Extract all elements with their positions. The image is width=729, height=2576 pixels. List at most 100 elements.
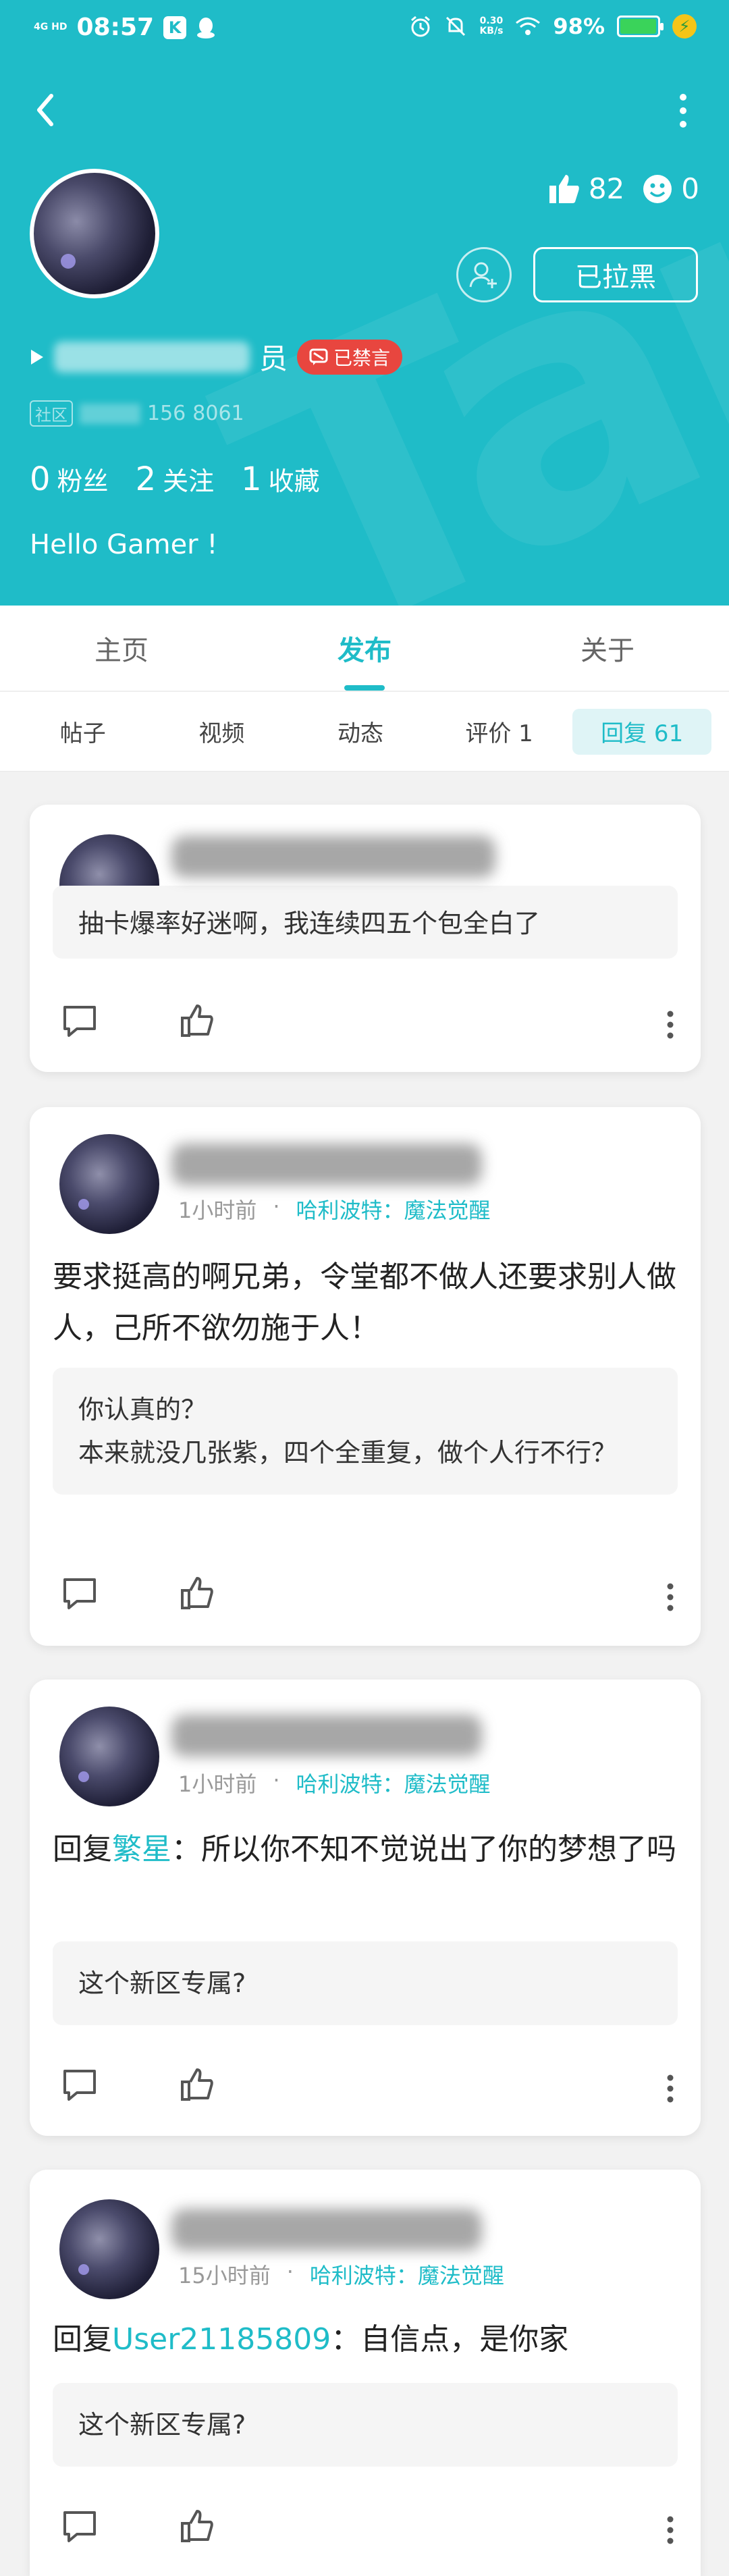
- id-chip: 社区: [30, 400, 73, 427]
- following-stat[interactable]: 2 关注: [136, 460, 215, 498]
- like-icon[interactable]: [177, 2064, 217, 2105]
- subtab-threads[interactable]: 帖子: [14, 709, 153, 755]
- status-bar: 4G HD 08:57 K 0.30 KB/s 98% ⚡: [0, 0, 729, 58]
- reply-quote: 这个新区专属?: [53, 2383, 678, 2467]
- like-icon[interactable]: [177, 1000, 217, 1041]
- status-left: 4G HD 08:57 K: [34, 14, 216, 41]
- card-avatar[interactable]: [59, 2199, 159, 2299]
- reply-card[interactable]: 1小时前 · 哈利波特：魔法觉醒 要求挺高的啊兄弟，令堂都不做人还要求别人做人，…: [30, 1107, 701, 1646]
- mute-icon: [446, 16, 466, 36]
- tab-home[interactable]: 主页: [0, 606, 243, 691]
- comment-icon[interactable]: [59, 2506, 100, 2546]
- battery-percent: 98%: [553, 14, 605, 39]
- reply-card[interactable]: 抽卡爆率好迷啊，我连续四五个包全白了: [30, 805, 701, 1072]
- user-id-obscured: [80, 403, 140, 424]
- user-id-visible: 156: [147, 402, 186, 425]
- watermark: TapTap: [173, 0, 729, 606]
- more-menu-icon[interactable]: [678, 93, 688, 128]
- card-more-icon[interactable]: [666, 1010, 675, 1040]
- card-more-icon[interactable]: [666, 2074, 675, 2103]
- reply-quote: 抽卡爆率好迷啊，我连续四五个包全白了: [53, 886, 678, 959]
- post-time: 15小时前: [178, 2263, 271, 2288]
- subtab-moments[interactable]: 动态: [291, 709, 430, 755]
- sub-tabs: 帖子 视频 动态 评价 1 回复 61: [0, 692, 729, 772]
- quote-line: 你认真的？: [78, 1395, 207, 1424]
- reply-text: 回复繁星：所以你不知不觉说出了你的梦想了吗: [53, 1832, 676, 1867]
- card-more-icon[interactable]: [666, 1582, 675, 1612]
- back-arrow-icon[interactable]: [30, 86, 63, 134]
- comment-icon[interactable]: [59, 2064, 100, 2105]
- battery-icon: [617, 16, 664, 37]
- profile-reactions: 82 0: [548, 172, 699, 205]
- alarm-icon: [411, 16, 431, 37]
- k-app-icon: K: [163, 16, 187, 39]
- fans-stat[interactable]: 0 粉丝: [30, 460, 109, 498]
- banned-label: 已禁言: [333, 346, 391, 369]
- banned-badge: 已禁言: [297, 339, 403, 375]
- smiles-count: 0: [681, 172, 699, 205]
- username-row: 员 已禁言: [30, 336, 403, 377]
- reply-card[interactable]: 15小时前 · 哈利波特：魔法觉醒 回复User21185809：自信点，是你家…: [30, 2170, 701, 2576]
- clock: 08:57: [76, 14, 155, 41]
- card-username-obscured: [171, 836, 495, 878]
- like-icon[interactable]: [177, 1573, 217, 1613]
- game-link[interactable]: 哈利波特：魔法觉醒: [310, 2259, 504, 2290]
- follow-button[interactable]: [456, 247, 512, 302]
- card-avatar[interactable]: [59, 1707, 159, 1806]
- reply-quote: 你认真的？ 本来就没几张紫，四个全重复，做个人行不行？: [53, 1368, 678, 1495]
- quote-text: 抽卡爆率好迷啊，我连续四五个包全白了: [78, 909, 541, 938]
- card-username-obscured: [171, 2209, 482, 2251]
- reply-to-link[interactable]: User21185809: [112, 2322, 331, 2357]
- like-icon[interactable]: [177, 2506, 217, 2546]
- likes-count: 82: [588, 172, 625, 205]
- favorites-stat[interactable]: 1 收藏: [241, 460, 320, 498]
- comment-icon[interactable]: [59, 1000, 100, 1041]
- charging-icon: ⚡: [672, 14, 697, 38]
- username-obscured: [54, 341, 250, 373]
- smile-stat: 0: [642, 172, 699, 205]
- reply-text: 回复User21185809：自信点，是你家: [53, 2322, 569, 2357]
- network-indicator: 4G HD: [34, 22, 68, 32]
- subtab-reviews[interactable]: 评价 1: [430, 709, 569, 755]
- username-suffix: 员: [259, 342, 288, 375]
- card-more-icon[interactable]: [666, 2515, 675, 2545]
- card-meta: 15小时前 · 哈利波特：魔法觉醒: [178, 2259, 504, 2290]
- subtab-replies[interactable]: 回复 61: [572, 708, 711, 755]
- card-avatar[interactable]: [59, 1134, 159, 1234]
- likes-stat: 82: [548, 172, 624, 205]
- quote-line: 本来就没几张紫，四个全重复，做个人行不行？: [78, 1438, 618, 1468]
- reply-to-link[interactable]: 繁星: [112, 1832, 171, 1867]
- add-user-icon: [469, 262, 497, 288]
- thumbs-up-icon: [549, 174, 579, 203]
- card-meta: 1小时前 · 哈利波特：魔法觉醒: [178, 1193, 491, 1225]
- qq-icon: [197, 17, 215, 38]
- status-right: 0.30 KB/s 98% ⚡: [409, 14, 697, 39]
- follow-stats: 0 粉丝 2 关注 1 收藏: [30, 460, 320, 498]
- reply-card[interactable]: 1小时前 · 哈利波特：魔法觉醒 回复繁星：所以你不知不觉说出了你的梦想了吗 这…: [30, 1680, 701, 2136]
- comment-icon[interactable]: [59, 1573, 100, 1613]
- game-link[interactable]: 哈利波特：魔法觉醒: [296, 1193, 491, 1225]
- wifi-icon: [516, 17, 541, 35]
- card-username-obscured: [171, 1144, 482, 1185]
- profile-header: TapTap 4G HD 08:57 K 0.30 KB/s 98% ⚡ 82 0: [0, 0, 729, 606]
- game-link[interactable]: 哈利波特：魔法觉醒: [296, 1767, 491, 1798]
- banned-chat-icon: [309, 348, 328, 365]
- avatar[interactable]: [30, 169, 159, 298]
- tab-about[interactable]: 关于: [486, 606, 729, 691]
- card-actions: [30, 1573, 701, 1627]
- card-actions: [30, 1000, 701, 1054]
- subtab-videos[interactable]: 视频: [153, 709, 292, 755]
- card-actions: [30, 2506, 701, 2560]
- user-id-row: 社区 156 8061: [30, 400, 244, 427]
- smile-icon: [643, 174, 672, 203]
- post-time: 1小时前: [178, 1198, 257, 1223]
- reply-quote: 这个新区专属?: [53, 1941, 678, 2025]
- user-id-tail: 8061: [192, 402, 244, 425]
- bio: Hello Gamer !: [30, 529, 218, 560]
- quote-text: 这个新区专属?: [78, 2410, 246, 2440]
- blocked-button[interactable]: 已拉黑: [533, 247, 698, 302]
- card-actions: [30, 2064, 701, 2118]
- network-speed: 0.30 KB/s: [479, 16, 504, 36]
- tab-posts[interactable]: 发布: [243, 606, 486, 691]
- card-meta: 1小时前 · 哈利波特：魔法觉醒: [178, 1767, 491, 1798]
